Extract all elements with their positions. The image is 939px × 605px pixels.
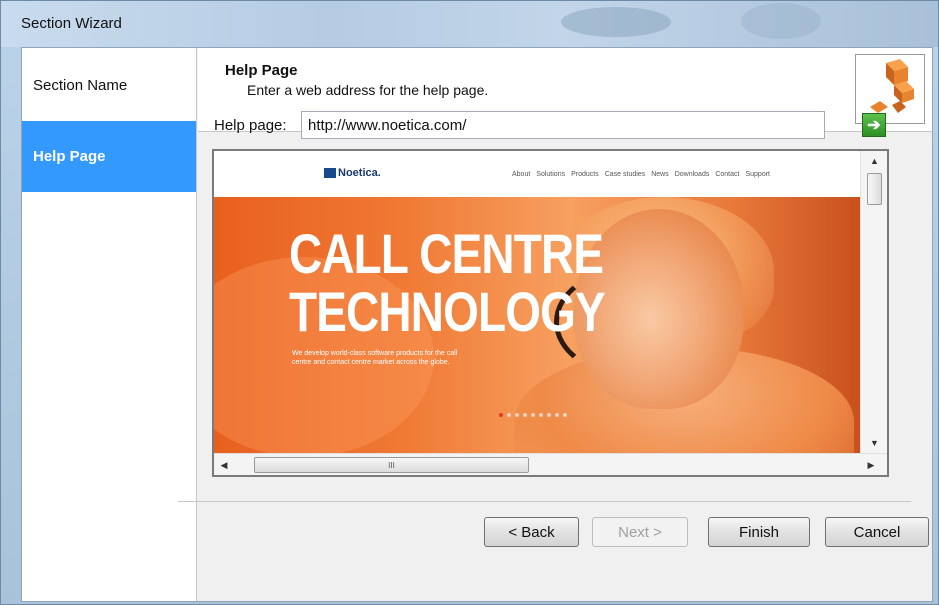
preview-menu-item: Products xyxy=(571,171,599,178)
preview-menu-item: Downloads xyxy=(674,171,710,178)
hero-carousel-dots xyxy=(499,413,567,417)
footer-divider xyxy=(178,501,911,502)
preview-menu-item: Solutions xyxy=(536,171,566,178)
page-title: Help Page xyxy=(225,62,298,79)
titlebar-decoration xyxy=(561,7,671,37)
preview-menu-item: Case studies xyxy=(604,171,646,178)
page-subtitle: Enter a web address for the help page. xyxy=(247,82,489,98)
preview-site-nav: Noetica. About Solutions Products Case s… xyxy=(214,151,860,197)
horizontal-scroll-thumb[interactable]: III xyxy=(254,457,529,473)
vertical-scroll-thumb[interactable] xyxy=(867,173,882,205)
go-arrow-icon[interactable]: ➔ xyxy=(862,113,886,137)
back-button[interactable]: < Back xyxy=(484,517,579,547)
preview-logo: Noetica. xyxy=(324,167,381,179)
finish-button[interactable]: Finish xyxy=(708,517,810,547)
step-section-name[interactable]: Section Name xyxy=(22,50,196,120)
preview-horizontal-scrollbar[interactable]: ◀ III ▶ xyxy=(214,453,887,475)
hero-heading: CALL CENTRE TECHNOLOGY xyxy=(289,222,606,343)
step-help-page[interactable]: Help Page xyxy=(22,121,196,192)
wizard-steps-panel: Section Name Help Page xyxy=(22,48,197,601)
scroll-down-arrow-icon[interactable]: ▼ xyxy=(861,433,887,453)
scroll-left-arrow-icon[interactable]: ◀ xyxy=(214,454,234,475)
title-bar[interactable]: Section Wizard xyxy=(1,1,938,47)
cancel-button[interactable]: Cancel xyxy=(825,517,929,547)
titlebar-decoration xyxy=(741,3,821,39)
preview-menu-item: News xyxy=(651,171,669,178)
window-title: Section Wizard xyxy=(21,15,122,32)
preview-menu: About Solutions Products Case studies Ne… xyxy=(512,171,770,178)
preview-menu-item: About xyxy=(512,171,531,178)
preview-hero: CALL CENTRE TECHNOLOGY We develop world-… xyxy=(214,197,860,475)
wizard-window: Section Wizard Section Name Help Page He… xyxy=(0,0,939,605)
help-page-url-input[interactable] xyxy=(301,111,825,139)
preview-menu-item: Contact xyxy=(715,171,740,178)
scroll-up-arrow-icon[interactable]: ▲ xyxy=(861,151,887,171)
hero-text: We develop world-class software products… xyxy=(292,350,458,366)
preview-menu-item: Support xyxy=(745,171,770,178)
next-button[interactable]: Next > xyxy=(592,517,688,547)
help-page-label: Help page: xyxy=(214,117,287,134)
scroll-right-arrow-icon[interactable]: ▶ xyxy=(861,454,881,475)
preview-vertical-scrollbar[interactable]: ▲ ▼ xyxy=(860,151,887,453)
web-preview[interactable]: Noetica. About Solutions Products Case s… xyxy=(212,149,889,477)
